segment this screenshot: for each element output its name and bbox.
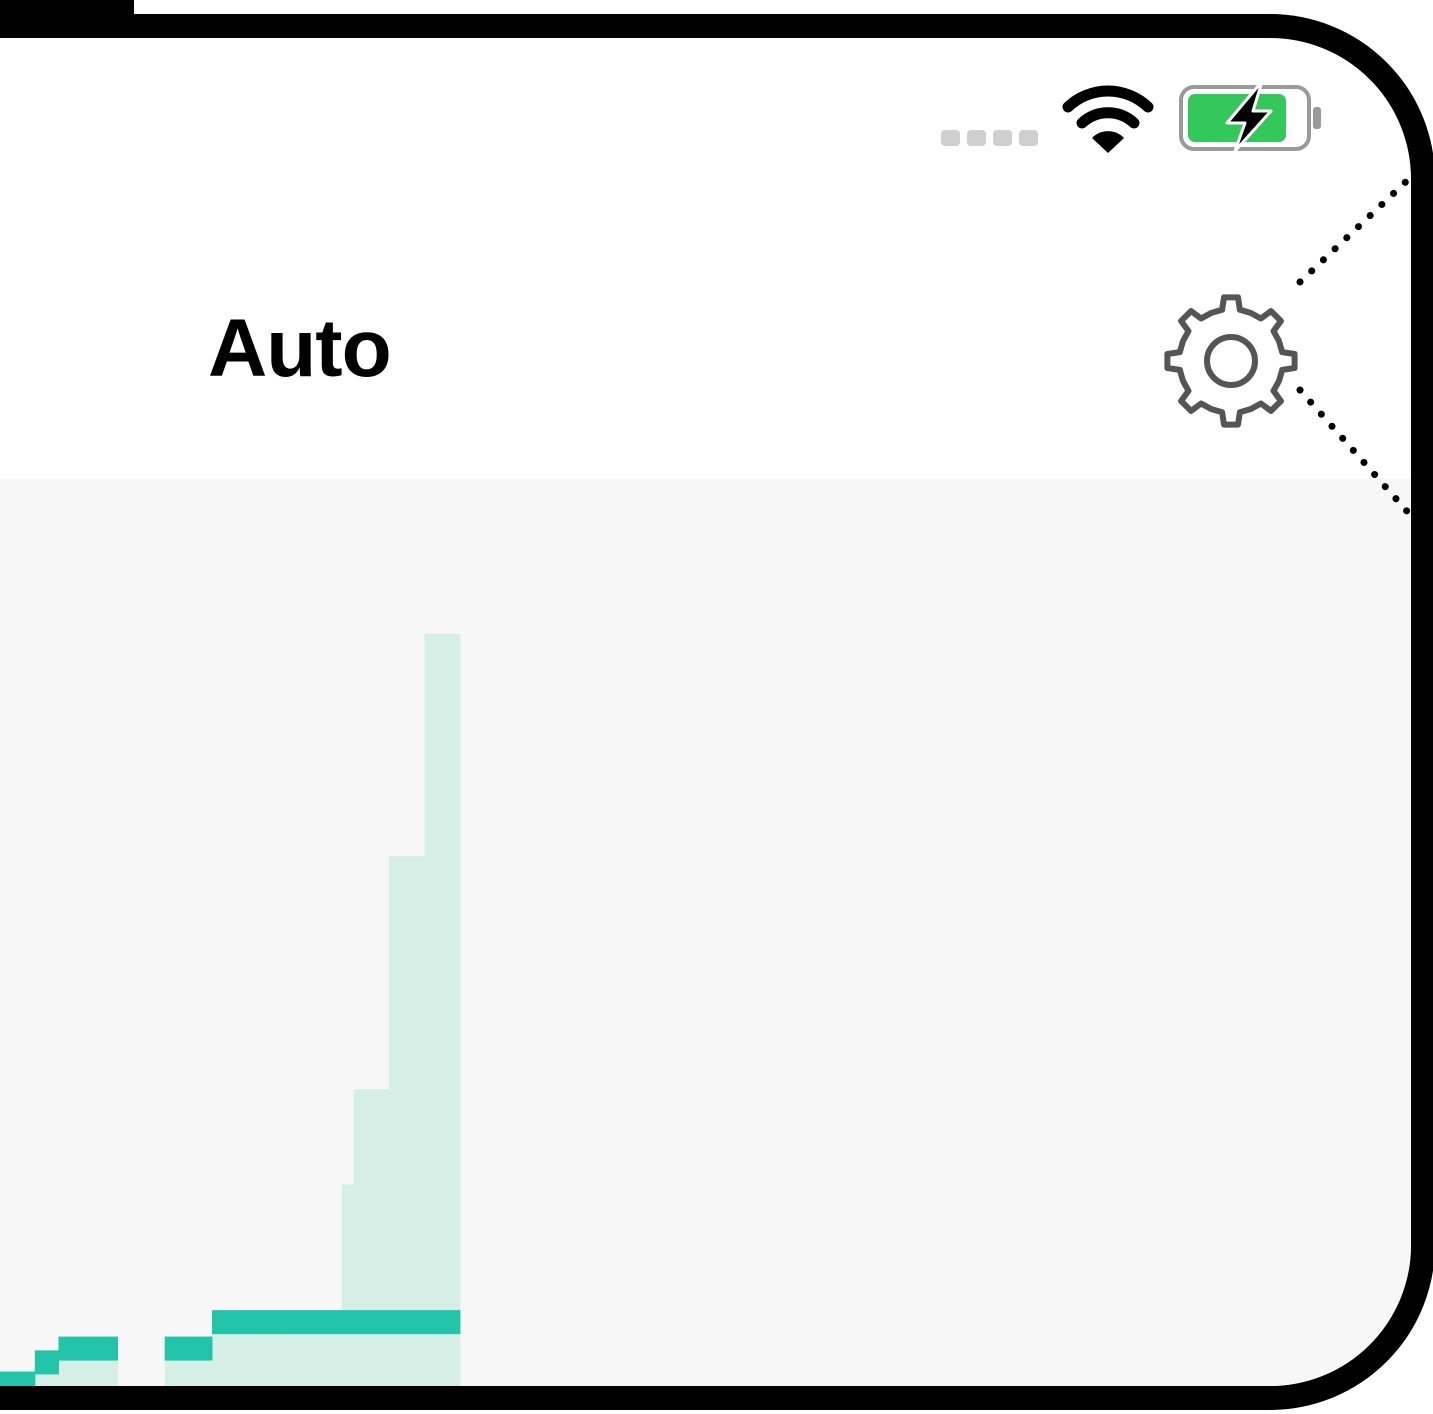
chart-bar-total xyxy=(365,1089,378,1386)
chart-bar-total xyxy=(0,1383,12,1386)
chart-bar-level xyxy=(448,1310,461,1335)
chart-bar-level xyxy=(70,1336,83,1361)
cellular-signal-icon xyxy=(941,130,1038,146)
chart-bar-level xyxy=(188,1336,201,1361)
chart-bar-total xyxy=(259,1322,272,1386)
chart-bar-total xyxy=(424,633,437,1386)
screen: Auto xyxy=(0,0,1433,1414)
chart-bar-level xyxy=(400,1310,414,1335)
chart-bar-level xyxy=(176,1336,189,1361)
chart-bar-level xyxy=(365,1310,378,1335)
chart-bar-level xyxy=(93,1336,107,1361)
chart-bar-total xyxy=(247,1322,260,1386)
chart-bar-total xyxy=(436,633,449,1386)
chart-bar-total xyxy=(282,1322,296,1386)
chart-bar-level xyxy=(377,1310,390,1335)
chart-bar-total xyxy=(318,1322,331,1386)
chart-bar-total xyxy=(341,1184,355,1386)
chart-bar-level xyxy=(46,1350,59,1375)
phone-frame: Auto xyxy=(0,14,1433,1410)
chart-bar-total xyxy=(306,1322,319,1386)
chart-bar-level xyxy=(105,1336,118,1361)
chart-bar-level xyxy=(412,1310,426,1335)
chart-bar-level xyxy=(11,1371,24,1386)
chart-bar-total xyxy=(23,1383,36,1386)
chart-bar-level xyxy=(235,1310,248,1335)
chart-bar-level xyxy=(82,1336,95,1361)
battery-charging-icon xyxy=(1179,83,1321,153)
chart-bar-total xyxy=(211,1322,225,1386)
usage-chart xyxy=(0,633,461,1386)
page-title: Auto xyxy=(208,303,392,394)
chart-bar-level xyxy=(23,1371,36,1386)
chart-bar-total xyxy=(330,1322,343,1386)
chart-bar-level xyxy=(294,1310,307,1335)
content-area xyxy=(0,478,1411,1386)
navigation-bar: Auto xyxy=(0,158,1411,478)
chart-bar-level xyxy=(424,1310,437,1335)
chart-bar-level xyxy=(341,1310,355,1335)
chart-bar-total xyxy=(377,1089,390,1386)
chart-bar-level xyxy=(389,1310,402,1335)
wifi-icon xyxy=(1062,85,1154,153)
chart-bar-level xyxy=(58,1336,71,1361)
chart-bar-level xyxy=(223,1310,237,1335)
chart-bar-total xyxy=(223,1322,237,1386)
chart-bar-level xyxy=(164,1336,178,1361)
status-bar xyxy=(0,38,1411,158)
chart-bar-total xyxy=(271,1322,284,1386)
chart-bar-total xyxy=(294,1322,307,1386)
chart-bar-level xyxy=(34,1350,48,1375)
chart-bar-level xyxy=(353,1310,366,1335)
chart-bar-level xyxy=(282,1310,296,1335)
chart-bar-level xyxy=(306,1310,319,1335)
chart-bar-total xyxy=(353,1089,366,1386)
chart-bar-level xyxy=(318,1310,331,1335)
chart-bar-level xyxy=(200,1336,213,1361)
chart-bar-total xyxy=(235,1322,248,1386)
chart-bar-level xyxy=(211,1310,225,1335)
chart-bar-total xyxy=(448,633,461,1386)
chart-bar-level xyxy=(0,1371,12,1386)
chart-bar-level xyxy=(436,1310,449,1335)
gear-icon[interactable] xyxy=(1161,291,1301,431)
chart-bar-level xyxy=(259,1310,272,1335)
chart-bar-level xyxy=(247,1310,260,1335)
chart-bar-level xyxy=(271,1310,284,1335)
chart-bar-total xyxy=(11,1383,24,1386)
chart-bar-level xyxy=(330,1310,343,1335)
